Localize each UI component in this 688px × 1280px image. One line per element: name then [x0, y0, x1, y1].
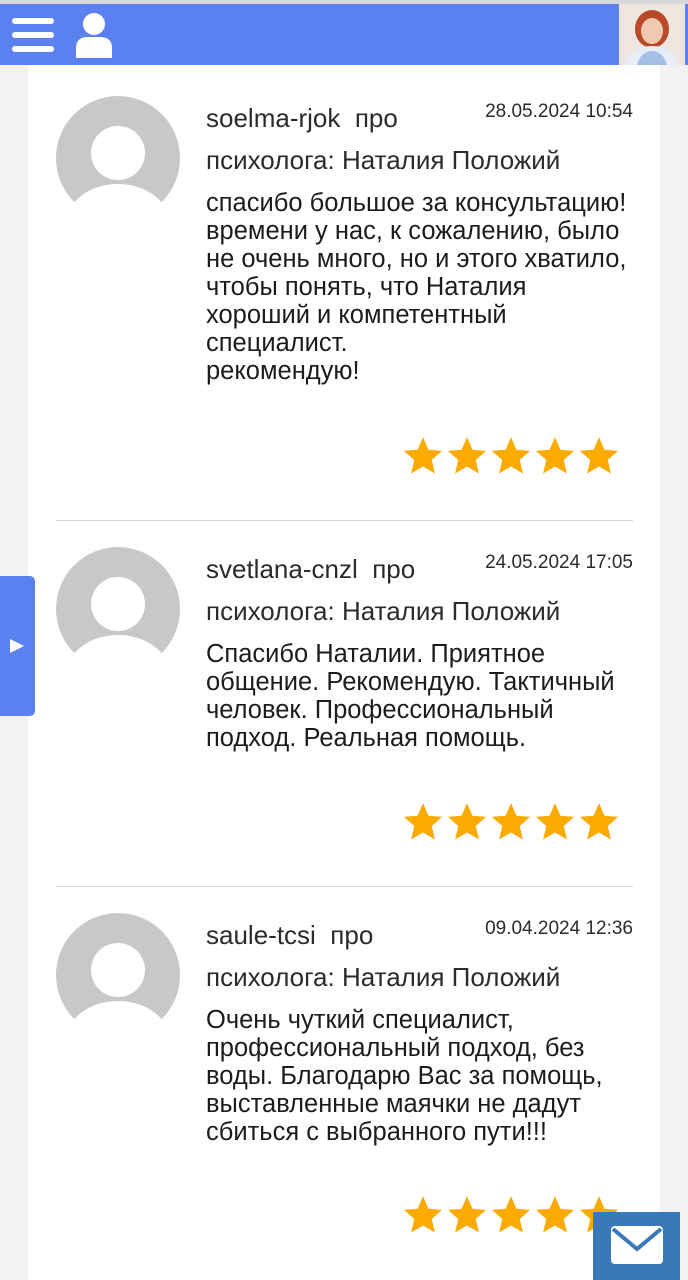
- review-pro-label: про: [354, 103, 398, 133]
- star-icon: [491, 437, 531, 474]
- play-arrow-icon: [10, 639, 24, 653]
- review-date: 09.04.2024 12:36: [485, 918, 633, 939]
- star-icon: [403, 803, 443, 840]
- rating-stars: [402, 1194, 620, 1236]
- avatar: [56, 547, 180, 671]
- avatar: [56, 96, 180, 220]
- review-author[interactable]: soelma-rjok: [206, 103, 340, 133]
- review-author[interactable]: saule-tcsi: [206, 920, 316, 950]
- review-author[interactable]: svetlana-cnzl: [206, 554, 358, 584]
- review-date: 28.05.2024 10:54: [485, 101, 633, 122]
- star-icon: [447, 803, 487, 840]
- review-pro-label: про: [330, 920, 374, 950]
- star-icon: [535, 803, 575, 840]
- hamburger-menu-icon[interactable]: [12, 16, 54, 54]
- review-date: 24.05.2024 17:05: [485, 552, 633, 573]
- star-icon: [491, 803, 531, 840]
- review-about: психолога: Наталия Положий: [206, 962, 561, 992]
- star-icon: [579, 803, 619, 840]
- psychologist-photo[interactable]: [619, 4, 685, 65]
- mail-button[interactable]: [593, 1212, 680, 1280]
- star-icon: [403, 1196, 443, 1233]
- side-panel-toggle[interactable]: [0, 576, 35, 716]
- top-bar: [0, 0, 688, 65]
- review-about: психолога: Наталия Положий: [206, 596, 561, 626]
- review-pro-label: про: [372, 554, 416, 584]
- reviews-list: soelma-rjok про 28.05.2024 10:54 психоло…: [28, 65, 660, 1280]
- star-icon: [535, 437, 575, 474]
- star-icon: [447, 1196, 487, 1233]
- review-text: Очень чуткий специалист, профессиональны…: [206, 1006, 603, 1146]
- divider: [56, 886, 633, 887]
- review-about: психолога: Наталия Положий: [206, 145, 561, 175]
- star-icon: [403, 437, 443, 474]
- avatar: [56, 913, 180, 1037]
- star-icon: [447, 437, 487, 474]
- rating-stars: [402, 435, 620, 477]
- divider: [56, 520, 633, 521]
- rating-stars: [402, 801, 620, 843]
- star-icon: [491, 1196, 531, 1233]
- user-icon[interactable]: [74, 12, 114, 58]
- envelope-icon: [611, 1226, 663, 1264]
- star-icon: [579, 437, 619, 474]
- review-text: спасибо большое за консультацию! времени…: [206, 189, 627, 385]
- review-text: Спасибо Наталии. Приятное общение. Реком…: [206, 640, 615, 752]
- star-icon: [535, 1196, 575, 1233]
